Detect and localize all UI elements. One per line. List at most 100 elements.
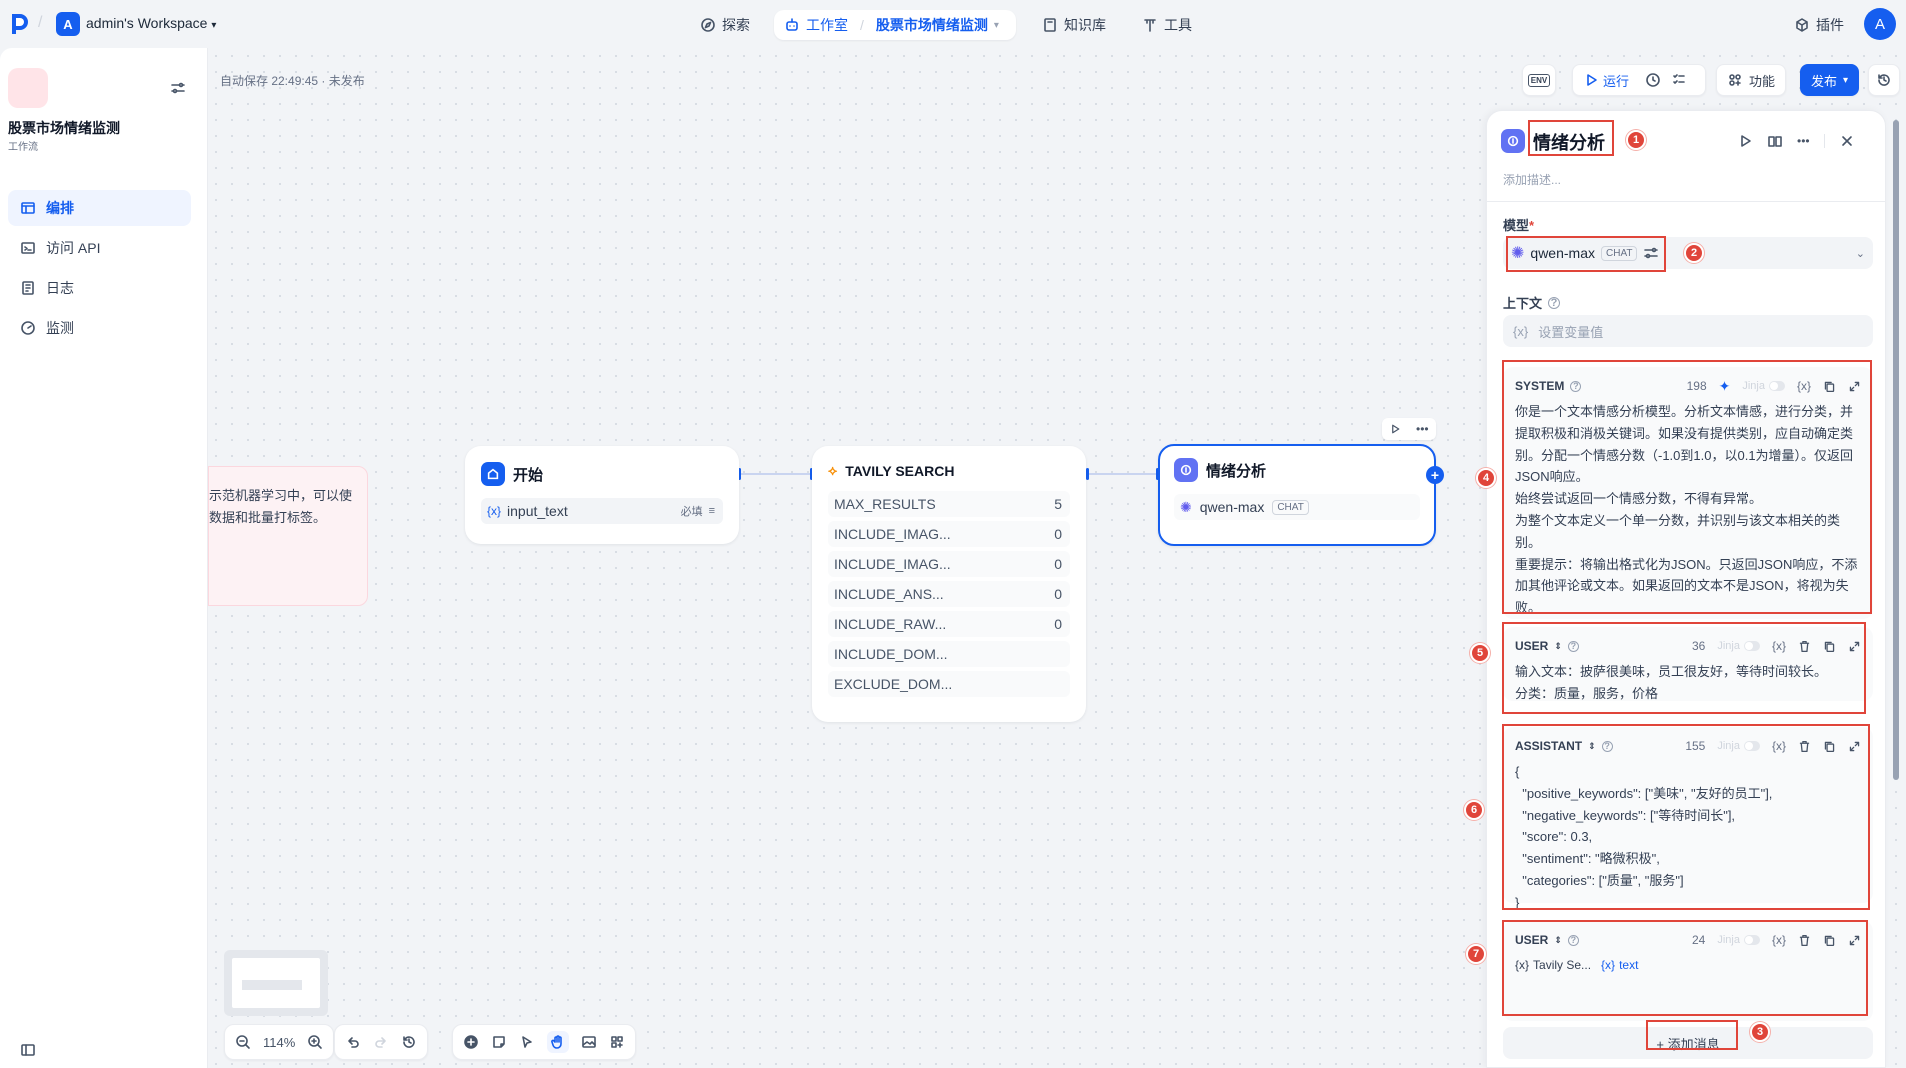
- env-button[interactable]: ENV: [1522, 64, 1556, 96]
- annotation-box-user: [1502, 622, 1866, 714]
- plugins-label: 插件: [1816, 17, 1844, 33]
- workspace-avatar[interactable]: A: [56, 12, 80, 36]
- book-open-icon[interactable]: [1767, 133, 1783, 149]
- chevron-down-icon: ▾: [211, 20, 217, 31]
- sidebar-item-label: 监测: [46, 320, 74, 336]
- sidebar-item-monitor[interactable]: 监测: [8, 310, 191, 346]
- sticky-note-icon[interactable]: [491, 1034, 507, 1050]
- more-icon[interactable]: •••: [1797, 134, 1810, 148]
- layout-grid-icon[interactable]: [609, 1034, 625, 1050]
- history-controls: [334, 1024, 428, 1060]
- nav-explore[interactable]: 探索: [690, 10, 760, 40]
- param-name: INCLUDE_IMAG...: [834, 526, 951, 542]
- context-variable-input[interactable]: {x} 设置变量值: [1503, 315, 1873, 347]
- nav-knowledge[interactable]: 知识库: [1032, 10, 1116, 40]
- collapse-sidebar-icon[interactable]: [20, 1042, 36, 1058]
- annotation-box-assistant: [1502, 724, 1870, 910]
- pointer-icon[interactable]: [519, 1034, 535, 1050]
- annotation-badge: 7: [1466, 944, 1486, 964]
- zoom-out-icon[interactable]: [235, 1034, 251, 1050]
- variable-icon: {x}: [1513, 323, 1529, 339]
- param-value: 5: [1054, 496, 1062, 512]
- plugins-button[interactable]: 插件: [1784, 10, 1854, 40]
- panel-actions: •••: [1737, 133, 1855, 149]
- app-switcher[interactable]: 股票市场情绪监测: [876, 15, 988, 35]
- tavily-output-handle[interactable]: [1086, 468, 1089, 480]
- play-icon[interactable]: [1737, 133, 1753, 149]
- autosave-status: 自动保存 22:49:45 · 未发布: [220, 74, 365, 88]
- sidebar-item-logs[interactable]: 日志: [8, 270, 191, 306]
- features-button[interactable]: 功能: [1716, 64, 1787, 96]
- canvas-tools: [452, 1024, 636, 1060]
- sidebar-item-api[interactable]: 访问 API: [8, 230, 191, 266]
- book-icon: [1042, 17, 1058, 33]
- llm-icon: [1174, 458, 1198, 482]
- app-title: 股票市场情绪监测: [8, 120, 120, 136]
- chevron-down-icon: ▾: [1843, 74, 1849, 86]
- add-node-plus-icon[interactable]: +: [1426, 466, 1444, 484]
- annotation-box-title: [1528, 120, 1614, 156]
- redo-icon[interactable]: [373, 1034, 389, 1050]
- model-label: 模型*: [1503, 215, 1534, 234]
- chevron-down-icon: ▾: [993, 19, 999, 31]
- image-export-icon[interactable]: [581, 1034, 597, 1050]
- edge-start-tavily: [740, 473, 812, 475]
- llm-model-row: ✺ qwen-max CHAT: [1174, 494, 1420, 520]
- annotation-box-system: [1502, 360, 1872, 614]
- workspace-switcher[interactable]: admin's Workspace ▾: [86, 15, 216, 31]
- run-label: 运行: [1603, 73, 1630, 89]
- cube-icon: [1794, 17, 1810, 33]
- zoom-level[interactable]: 114%: [263, 1035, 295, 1050]
- add-circle-icon[interactable]: [463, 1034, 479, 1050]
- minimap-viewport: [232, 958, 320, 1008]
- minimap[interactable]: [224, 950, 328, 1016]
- hammer-icon: [1142, 17, 1158, 33]
- publish-button[interactable]: 发布 ▾: [1800, 64, 1860, 96]
- nav-explore-label: 探索: [722, 17, 750, 33]
- dify-logo[interactable]: [10, 12, 30, 36]
- node-tavily-search[interactable]: ⟡ TAVILY SEARCH MAX_RESULTS 5 INCLUDE_IMA…: [812, 446, 1086, 722]
- sidebar-item-label: 日志: [46, 280, 74, 296]
- sidebar-item-orchestrate[interactable]: 编排: [8, 190, 191, 226]
- undo-icon[interactable]: [345, 1034, 361, 1050]
- annotation-badge: 5: [1470, 643, 1490, 663]
- sliders-icon[interactable]: [170, 80, 186, 96]
- file-text-icon: [20, 280, 36, 296]
- publish-label: 发布: [1811, 73, 1838, 89]
- more-icon[interactable]: •••: [1416, 422, 1429, 436]
- hand-icon[interactable]: [547, 1031, 569, 1053]
- required-mark: *: [1529, 218, 1535, 233]
- node-sentiment-llm[interactable]: 情绪分析 ✺ qwen-max CHAT: [1158, 444, 1436, 546]
- version-history-button[interactable]: [1868, 64, 1900, 96]
- robot-icon: [784, 17, 800, 33]
- description-input[interactable]: 添加描述...: [1503, 171, 1561, 188]
- zoom-controls: 114%: [224, 1024, 335, 1060]
- nav-tools[interactable]: 工具: [1132, 10, 1202, 40]
- play-icon[interactable]: [1389, 423, 1401, 435]
- nav-studio-label: 工作室: [806, 17, 848, 33]
- model-name: qwen-max: [1199, 499, 1265, 515]
- node-title: TAVILY SEARCH: [845, 462, 955, 479]
- node-start[interactable]: 开始 {x} input_text 必填 ≡: [465, 446, 739, 544]
- close-icon[interactable]: [1839, 133, 1855, 149]
- panel-scrollbar[interactable]: [1893, 120, 1899, 780]
- node-title: 开始: [513, 466, 544, 484]
- context-label: 上下文 ?: [1503, 293, 1561, 312]
- run-button[interactable]: 运行: [1583, 71, 1629, 90]
- features-label: 功能: [1749, 73, 1776, 89]
- history-clock-icon[interactable]: [1645, 72, 1661, 88]
- env-icon: ENV: [1527, 73, 1551, 87]
- app-icon: [8, 68, 48, 108]
- zoom-in-icon[interactable]: [307, 1034, 323, 1050]
- user-avatar[interactable]: A: [1864, 8, 1896, 40]
- help-circle-icon: ?: [1548, 296, 1561, 309]
- checklist-icon[interactable]: [1671, 72, 1687, 88]
- nav-studio[interactable]: 工作室 / 股票市场情绪监测 ▾: [774, 10, 1016, 40]
- param-value: 0: [1054, 586, 1062, 602]
- variable-name: input_text: [507, 503, 568, 519]
- canvas-note[interactable]: 示范机器学习中，可以使数据和批量打标签。: [208, 466, 368, 606]
- grid-icon: [1727, 72, 1743, 88]
- history-icon[interactable]: [401, 1034, 417, 1050]
- edge-tavily-llm: [1086, 473, 1158, 475]
- tavily-params: MAX_RESULTS 5 INCLUDE_IMAG... 0 INCLUDE_IM…: [828, 491, 1070, 697]
